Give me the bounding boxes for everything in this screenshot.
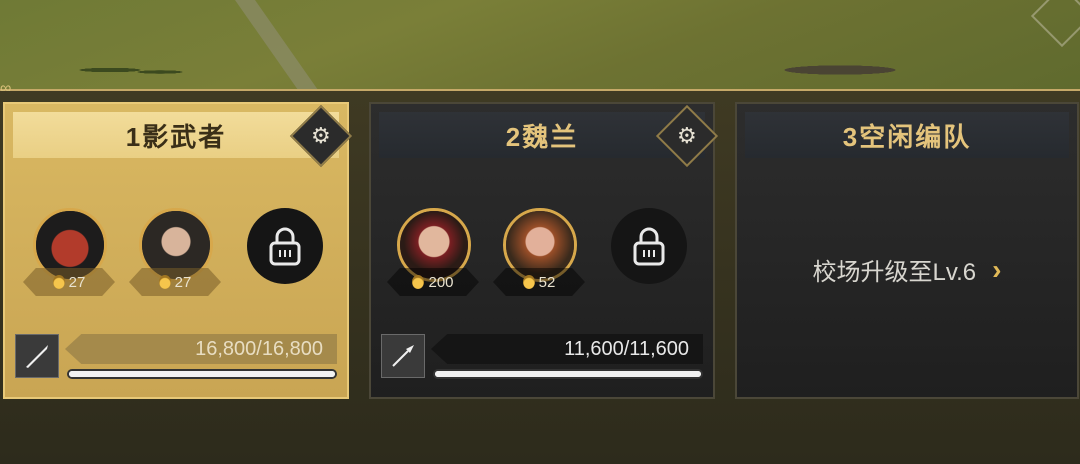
lock-icon [269,227,301,266]
lock-icon [633,227,665,266]
medal-icon [52,275,65,289]
troop-progress-bar [433,369,703,379]
team-card-1[interactable]: 1影武者 ⚙ 27 27 16,800/16,800 [3,102,353,399]
troop-progress-fill [435,371,701,377]
troop-count: 16,800/16,800 [65,334,337,364]
spear-icon [381,334,425,378]
team-title: 3空闲编队 [745,112,1069,158]
chevron-right-icon: › [992,253,1002,285]
sword-icon [15,334,59,378]
hero-level-1: 200 [387,268,479,296]
medal-icon [158,275,171,289]
lock-slot[interactable] [611,208,687,284]
map-road [234,0,326,100]
team-card-3[interactable]: 3空闲编队 校场升级至Lv.6 › [735,102,1079,399]
medal-icon [412,275,425,289]
world-map-background [0,0,1080,100]
hero-level-1: 27 [23,268,115,296]
hero-level-2: 27 [129,268,221,296]
upgrade-requirement[interactable]: 校场升级至Lv.6 › [737,252,1077,287]
hero-level-2: 52 [493,268,585,296]
team-card-2[interactable]: 2魏兰 ⚙ 200 52 11,600/11,600 [369,102,719,399]
medal-icon [522,275,535,289]
troop-progress-bar [67,369,337,379]
troop-progress-fill [69,371,335,377]
map-building [1030,0,1080,48]
lock-slot[interactable] [247,208,323,284]
upgrade-message: 校场升级至Lv.6 [812,259,977,286]
troop-count: 11,600/11,600 [431,334,703,364]
